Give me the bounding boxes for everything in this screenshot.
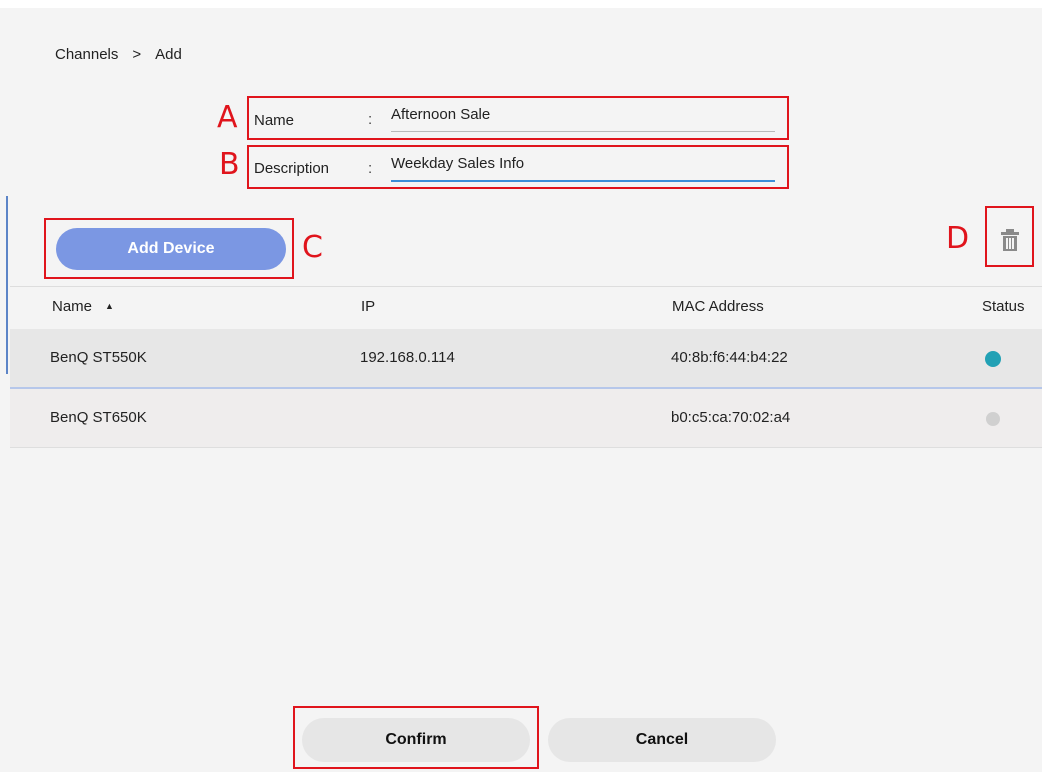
status-online-dot	[985, 351, 1001, 367]
confirm-button[interactable]: Confirm	[302, 718, 530, 762]
name-input-underline	[391, 131, 775, 132]
breadcrumb: Channels > Add	[55, 46, 182, 63]
add-device-button[interactable]: Add Device	[56, 228, 286, 270]
sort-ascending-icon[interactable]: ▲	[105, 301, 114, 311]
annotation-c: C	[302, 230, 323, 265]
column-mac-header[interactable]: MAC Address	[672, 298, 764, 315]
device-table-header: Name ▲ IP MAC Address Status	[10, 286, 1042, 330]
description-colon: :	[368, 160, 373, 177]
left-accent-bar	[6, 196, 8, 374]
column-name-header[interactable]: Name	[52, 298, 92, 315]
name-input[interactable]: Afternoon Sale	[391, 106, 490, 123]
column-status-header[interactable]: Status	[982, 298, 1025, 315]
breadcrumb-add: Add	[155, 46, 182, 63]
name-label: Name	[254, 112, 295, 129]
device-name: BenQ ST550K	[50, 349, 147, 366]
breadcrumb-channels[interactable]: Channels	[55, 46, 118, 63]
device-mac: 40:8b:f6:44:b4:22	[671, 349, 788, 366]
annotation-b: B	[219, 147, 240, 182]
table-row[interactable]: BenQ ST650K b0:c5:ca:70:02:a4	[10, 389, 1042, 448]
column-ip-header[interactable]: IP	[361, 298, 375, 315]
annotation-a: A	[217, 100, 238, 135]
cancel-button[interactable]: Cancel	[548, 718, 776, 762]
device-mac: b0:c5:ca:70:02:a4	[671, 409, 791, 426]
device-name: BenQ ST650K	[50, 409, 147, 426]
trash-icon[interactable]	[1000, 228, 1020, 252]
description-input[interactable]: Weekday Sales Info	[391, 155, 524, 172]
table-row[interactable]: BenQ ST550K 192.168.0.114 40:8b:f6:44:b4…	[10, 329, 1042, 389]
description-label: Description	[254, 160, 330, 177]
status-offline-dot	[986, 412, 1000, 426]
device-ip: 192.168.0.114	[360, 349, 455, 366]
breadcrumb-separator: >	[132, 46, 142, 63]
annotation-d: D	[946, 221, 970, 256]
annotation-box-a	[247, 96, 789, 140]
description-input-underline	[391, 180, 775, 182]
name-colon: :	[368, 111, 373, 128]
